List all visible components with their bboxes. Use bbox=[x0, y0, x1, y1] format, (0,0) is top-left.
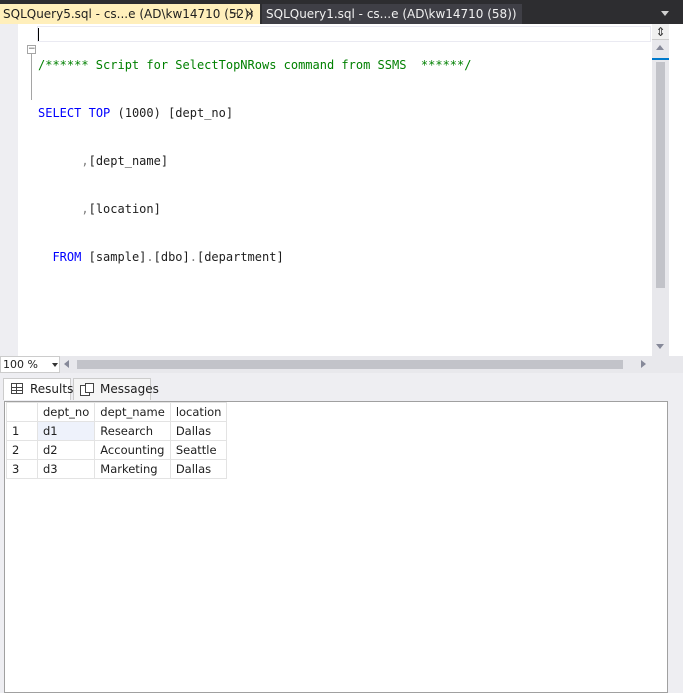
zoom-dropdown[interactable]: 100 % bbox=[0, 356, 60, 373]
table-row: 3 d3 Marketing Dallas bbox=[6, 459, 228, 479]
splitter-bar[interactable] bbox=[652, 58, 669, 60]
scroll-down-icon[interactable] bbox=[656, 344, 664, 349]
tab-results[interactable]: Results bbox=[3, 378, 74, 400]
text-caret bbox=[38, 28, 39, 41]
results-grid-pane[interactable]: dept_no dept_name location 1 d1 Research… bbox=[4, 401, 668, 693]
comma: , bbox=[81, 154, 89, 168]
column-header-dept-no[interactable]: dept_no bbox=[36, 402, 96, 422]
tab-sqlquery5[interactable]: SQLQuery5.sql - cs...e (AD\kw14710 (52))… bbox=[0, 4, 260, 24]
table-cell[interactable]: Marketing bbox=[94, 459, 171, 479]
collapse-icon[interactable]: − bbox=[27, 45, 36, 54]
scroll-up-icon[interactable] bbox=[656, 45, 664, 50]
table-cell[interactable]: Seattle bbox=[169, 440, 228, 460]
column-location: [location] bbox=[88, 202, 161, 216]
tab-messages[interactable]: Messages bbox=[73, 378, 159, 400]
dot: . bbox=[189, 250, 197, 264]
code-area[interactable]: /****** Script for SelectTopNRows comman… bbox=[38, 25, 471, 297]
keyword-select: SELECT bbox=[38, 106, 82, 120]
comment-text: /****** Script for SelectTopNRows comman… bbox=[38, 58, 472, 72]
scroll-right-icon[interactable] bbox=[641, 360, 646, 368]
column-header-location[interactable]: location bbox=[169, 402, 228, 422]
close-icon[interactable]: × bbox=[243, 4, 257, 24]
split-icon[interactable]: ⇕ bbox=[652, 24, 669, 40]
editor-gutter bbox=[0, 24, 18, 356]
code-line-3: ,[dept_name] bbox=[38, 153, 471, 169]
messages-icon bbox=[80, 383, 94, 396]
document-tab-strip: SQLQuery5.sql - cs...e (AD\kw14710 (52))… bbox=[0, 0, 683, 24]
tab-sqlquery5-label: SQLQuery5.sql - cs...e (AD\kw14710 (52)) bbox=[3, 7, 254, 21]
comma: , bbox=[81, 202, 89, 216]
dot: . bbox=[146, 250, 154, 264]
tab-messages-label: Messages bbox=[100, 382, 159, 396]
table-row: 2 d2 Accounting Seattle bbox=[6, 440, 228, 460]
table-cell[interactable]: Research bbox=[94, 421, 171, 441]
row-number[interactable]: 2 bbox=[6, 440, 38, 460]
code-line-4: ,[location] bbox=[38, 201, 471, 217]
table-row: 1 d1 Research Dallas bbox=[6, 421, 228, 441]
table-cell[interactable]: Dallas bbox=[169, 459, 228, 479]
fold-guide bbox=[31, 54, 32, 100]
horizontal-scroll-thumb[interactable] bbox=[77, 360, 623, 369]
column-header-dept-name[interactable]: dept_name bbox=[94, 402, 171, 422]
tab-sqlquery1[interactable]: SQLQuery1.sql - cs...e (AD\kw14710 (58)) bbox=[262, 4, 522, 24]
results-grid[interactable]: dept_no dept_name location 1 d1 Research… bbox=[6, 402, 228, 479]
code-line-2: SELECT TOP (1000) [dept_no] bbox=[38, 105, 471, 121]
tab-results-label: Results bbox=[30, 382, 74, 396]
query-editor[interactable]: − /****** Script for SelectTopNRows comm… bbox=[0, 24, 683, 356]
tab-sqlquery1-label: SQLQuery1.sql - cs...e (AD\kw14710 (58)) bbox=[266, 7, 517, 21]
results-right-margin bbox=[668, 401, 683, 693]
zoom-value: 100 % bbox=[3, 358, 38, 371]
grid-header-row: dept_no dept_name location bbox=[6, 402, 228, 422]
vertical-scroll-thumb[interactable] bbox=[656, 62, 665, 288]
grid-icon bbox=[11, 383, 23, 394]
table-cell[interactable]: d2 bbox=[36, 440, 96, 460]
table-cell[interactable]: d3 bbox=[36, 459, 96, 479]
pin-icon[interactable]: ⊣ bbox=[227, 4, 241, 24]
database-name: [sample] bbox=[88, 250, 147, 264]
chevron-down-icon[interactable] bbox=[52, 363, 58, 367]
code-line-1: /****** Script for SelectTopNRows comman… bbox=[38, 57, 471, 73]
table-cell[interactable]: Dallas bbox=[169, 421, 228, 441]
table-cell[interactable]: d1 bbox=[36, 421, 96, 441]
keyword-from: FROM bbox=[52, 250, 82, 264]
table-name: [department] bbox=[196, 250, 284, 264]
scroll-left-icon[interactable] bbox=[64, 360, 69, 368]
editor-status-bar: 100 % bbox=[0, 356, 683, 373]
select-rest: (1000) [dept_no] bbox=[110, 106, 234, 120]
results-tab-bar: Results Messages bbox=[0, 373, 683, 401]
row-number[interactable]: 3 bbox=[6, 459, 38, 479]
keyword-top: TOP bbox=[88, 106, 111, 120]
column-dept-name: [dept_name] bbox=[88, 154, 169, 168]
editor-right-margin bbox=[669, 24, 683, 356]
tab-list-dropdown-icon[interactable] bbox=[656, 4, 674, 22]
code-line-5: FROM [sample].[dbo].[department] bbox=[38, 249, 471, 265]
row-number[interactable]: 1 bbox=[6, 421, 38, 441]
schema-name: [dbo] bbox=[153, 250, 190, 264]
table-cell[interactable]: Accounting bbox=[94, 440, 171, 460]
row-number-header[interactable] bbox=[6, 402, 38, 422]
